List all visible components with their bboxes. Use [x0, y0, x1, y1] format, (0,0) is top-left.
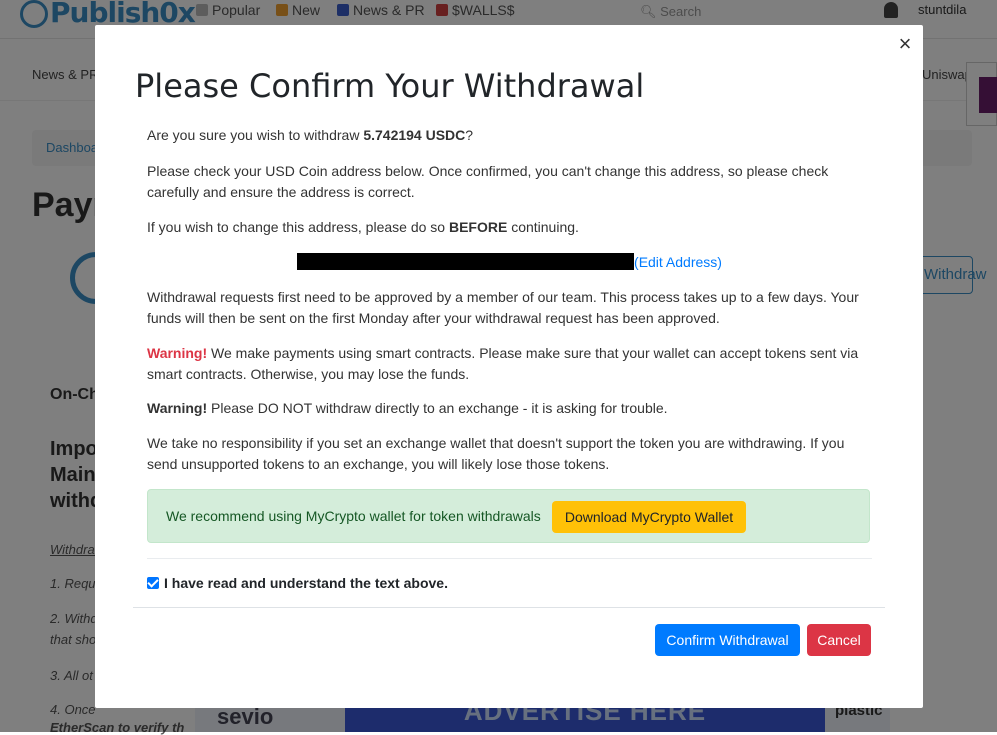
exchange-warning: Warning! Please DO NOT withdraw directly…	[147, 400, 668, 416]
acknowledge-checkbox[interactable]	[147, 577, 159, 589]
withdraw-amount: 5.742194 USDC	[363, 127, 466, 143]
recommend-text: We recommend using MyCrypto wallet for t…	[166, 508, 541, 524]
address-row: (Edit Address)	[147, 252, 872, 273]
cancel-button[interactable]: Cancel	[807, 624, 871, 656]
footer-divider	[133, 607, 885, 608]
download-mycrypto-button[interactable]: Download MyCrypto Wallet	[552, 501, 746, 533]
responsibility-text: We take no responsibility if you set an …	[147, 435, 845, 472]
approval-info-text: Withdrawal requests first need to be app…	[147, 289, 859, 326]
divider	[147, 558, 872, 559]
confirm-amount-text: Are you sure you wish to withdraw 5.7421…	[147, 127, 474, 143]
confirm-withdrawal-button[interactable]: Confirm Withdrawal	[655, 624, 800, 656]
close-icon[interactable]: ×	[895, 33, 915, 55]
acknowledge-label[interactable]: I have read and understand the text abov…	[164, 575, 448, 591]
recommendation-alert: We recommend using MyCrypto wallet for t…	[147, 489, 870, 543]
smart-contract-warning: Warning! We make payments using smart co…	[147, 345, 859, 382]
check-address-text: Please check your USD Coin address below…	[147, 163, 829, 200]
warning-label: Warning!	[147, 345, 208, 361]
wallet-address-redacted	[297, 253, 635, 270]
warning-label: Warning!	[147, 400, 208, 416]
withdrawal-modal: × Please Confirm Your Withdrawal Are you…	[95, 25, 923, 708]
edit-address-link[interactable]: Edit Address	[639, 254, 718, 270]
change-address-text: If you wish to change this address, plea…	[147, 219, 579, 235]
modal-title: Please Confirm Your Withdrawal	[135, 67, 645, 105]
